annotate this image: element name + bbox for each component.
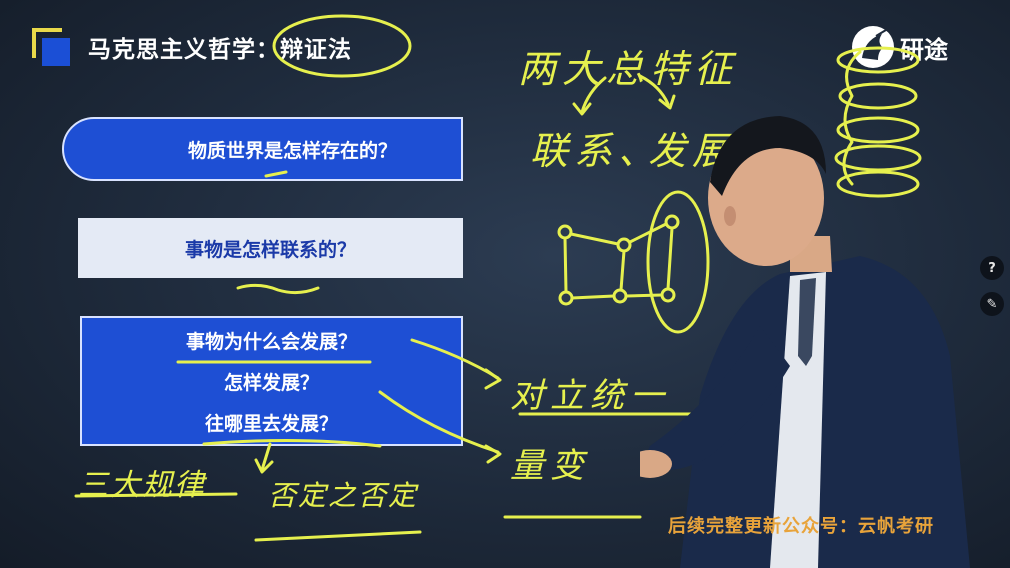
question-text: 事物为什么会发展？ xyxy=(185,330,357,353)
handwriting-quantity: 量变 xyxy=(510,446,590,486)
question-text: 怎样发展？ xyxy=(223,371,319,394)
handwriting-two-features: 两大总特征 xyxy=(518,47,739,91)
page-title: 马克思主义哲学：辩证法 xyxy=(88,37,352,63)
handwriting-three-laws: 三大规律 xyxy=(78,468,206,503)
question-text: 往哪里去发展？ xyxy=(204,412,338,435)
watermark-text: 后续完整更新公众号：云帆考研 xyxy=(668,516,934,537)
question-text: 事物是怎样联系的？ xyxy=(184,238,356,261)
question-box-existence: 物质世界是怎样存在的？ xyxy=(62,117,463,181)
logo-mark xyxy=(32,28,70,66)
question-text: 物质世界是怎样存在的？ xyxy=(187,139,397,162)
note-button[interactable]: ✎ xyxy=(980,292,1004,316)
help-button[interactable]: ? xyxy=(980,256,1004,280)
presenter-figure xyxy=(640,96,970,568)
handwriting-negation: 否定之否定 xyxy=(268,479,419,512)
brand-logo: 研途 xyxy=(852,26,948,68)
question-box-development: 事物为什么会发展？ 怎样发展？ 往哪里去发展？ xyxy=(80,316,463,446)
question-box-connection: 事物是怎样联系的？ xyxy=(78,218,463,278)
brand-name: 研途 xyxy=(900,35,948,64)
unicorn-icon xyxy=(852,26,894,68)
